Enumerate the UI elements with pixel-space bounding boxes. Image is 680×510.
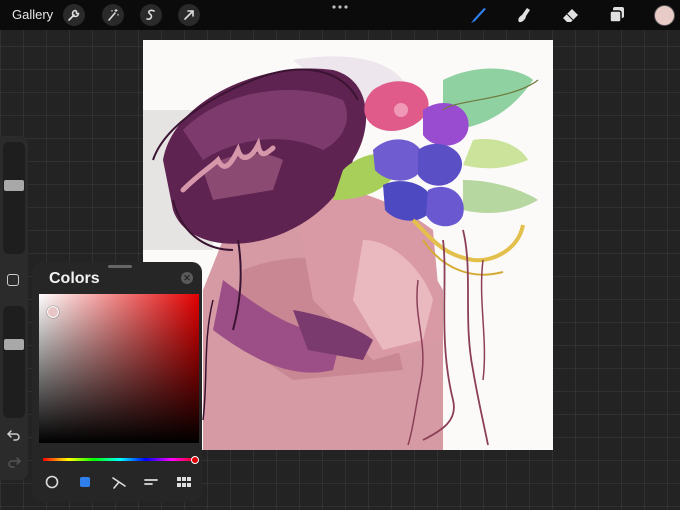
eraser-icon[interactable]	[560, 4, 582, 26]
opacity-handle[interactable]	[4, 339, 24, 351]
palettes-icon[interactable]	[176, 474, 192, 490]
magic-wand-icon[interactable]	[102, 4, 124, 26]
color-picker-ring[interactable]	[47, 306, 59, 318]
transform-arrow-icon[interactable]	[178, 4, 200, 26]
wrench-icon[interactable]	[63, 4, 85, 26]
brush-icon[interactable]	[467, 4, 489, 26]
smudge-icon[interactable]	[513, 4, 535, 26]
artwork-painting	[143, 56, 539, 450]
layers-icon[interactable]	[606, 4, 628, 26]
value-mode-icon[interactable]	[143, 474, 159, 490]
disc-mode-icon[interactable]	[44, 474, 60, 490]
current-color-swatch[interactable]	[654, 5, 675, 26]
more-options-icon[interactable]	[331, 4, 349, 10]
colors-title: Colors	[49, 270, 100, 287]
close-icon[interactable]: ✕	[181, 272, 193, 284]
modify-square-icon[interactable]	[7, 274, 19, 286]
undo-icon[interactable]	[6, 427, 22, 443]
classic-mode-icon[interactable]	[77, 474, 93, 490]
brush-size-slider[interactable]	[3, 142, 25, 254]
redo-icon[interactable]	[6, 454, 22, 470]
opacity-slider[interactable]	[3, 306, 25, 418]
harmony-mode-icon[interactable]	[111, 474, 127, 490]
brush-size-handle[interactable]	[4, 180, 24, 192]
saturation-brightness-square[interactable]	[39, 294, 199, 443]
selection-icon[interactable]	[140, 4, 162, 26]
left-sidebar	[0, 136, 28, 480]
gallery-button[interactable]: Gallery	[12, 7, 53, 22]
drawing-canvas[interactable]	[143, 40, 553, 450]
top-toolbar: Gallery	[0, 0, 680, 30]
colors-panel: Colors ✕	[32, 262, 202, 502]
hue-slider[interactable]	[43, 458, 197, 461]
panel-grabber[interactable]	[108, 265, 132, 268]
hue-slider-knob[interactable]	[191, 456, 199, 464]
